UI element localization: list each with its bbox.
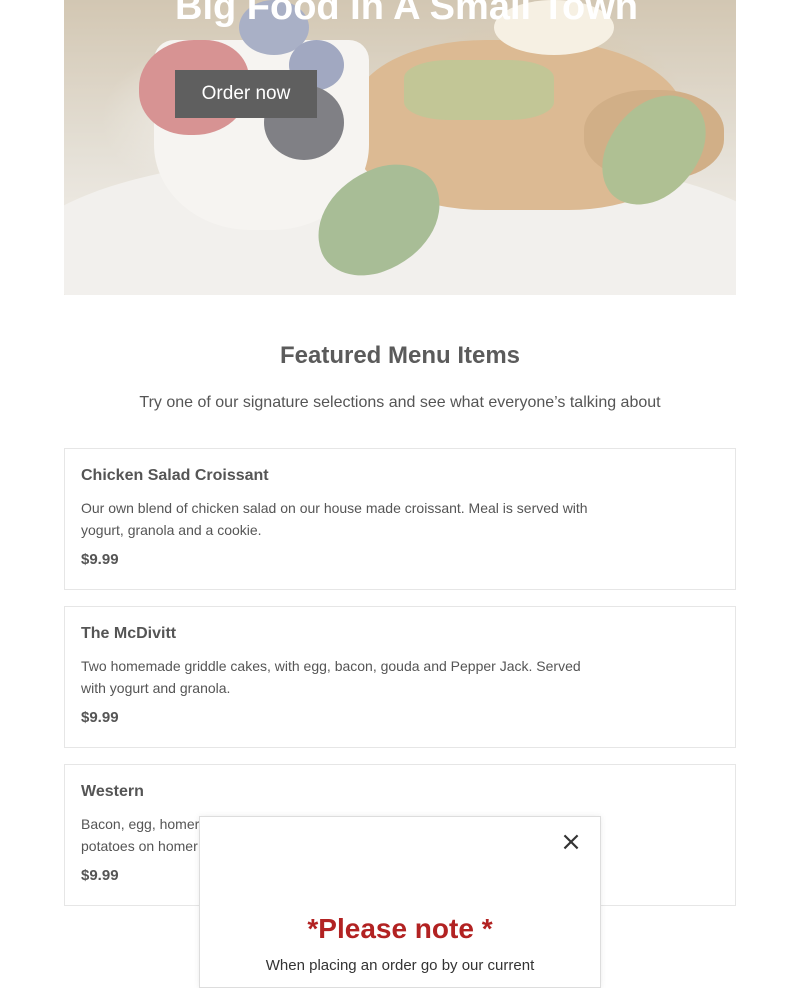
menu-item-name: Western (81, 783, 144, 800)
modal-body-text: When placing an order go by our current (265, 957, 535, 974)
menu-item-description: Two homemade griddle cakes, with egg, ba… (81, 658, 581, 696)
order-now-button[interactable]: Order now (175, 70, 317, 118)
menu-item-price: $9.99 (81, 867, 119, 884)
hero-banner: Big Food In A Small Town Order now (64, 0, 736, 295)
close-icon[interactable]: × (558, 829, 584, 855)
menu-item-description: Our own blend of chicken salad on our ho… (81, 500, 588, 538)
menu-item-name: The McDivitt (81, 625, 177, 642)
hero-title: Big Food In A Small Town (175, 0, 638, 28)
hero-overlay (64, 0, 736, 295)
menu-item-name: Chicken Salad Croissant (81, 467, 269, 484)
notice-modal: × *Please note * When placing an order g… (199, 816, 601, 988)
modal-heading: *Please note * (307, 913, 493, 944)
featured-title: Featured Menu Items (279, 342, 521, 369)
menu-item-card[interactable]: The McDivitt Two homemade griddle cakes,… (64, 606, 736, 748)
menu-item-price: $9.99 (81, 551, 119, 568)
menu-item-card[interactable]: Chicken Salad Croissant Our own blend of… (64, 448, 736, 590)
menu-item-price: $9.99 (81, 709, 119, 726)
featured-subtitle: Try one of our signature selections and … (139, 394, 661, 411)
